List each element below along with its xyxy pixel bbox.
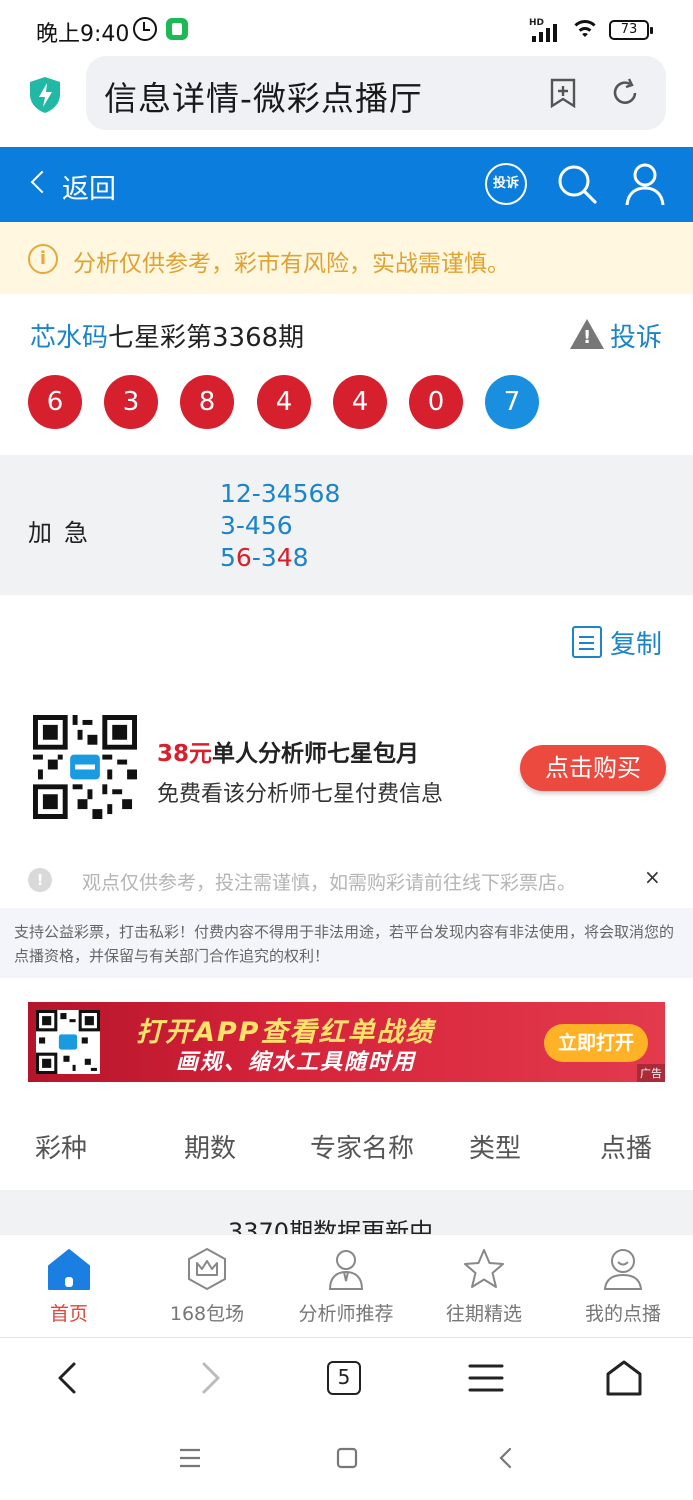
- table-status-row: 3370期数据更新中: [0, 1190, 693, 1234]
- browser-back-icon[interactable]: [48, 1358, 88, 1398]
- complaint-button[interactable]: 投诉: [485, 163, 527, 205]
- disclaimer-bar: ! 观点仅供参考，投注需谨慎，如需购彩请前往线下彩票店。 ×: [0, 855, 693, 905]
- nav-label: 168包场: [169, 1303, 245, 1325]
- nav-item-analyst[interactable]: 分析师推荐: [277, 1235, 415, 1338]
- menu-icon[interactable]: [466, 1358, 506, 1398]
- number-ball: 6: [28, 375, 82, 429]
- back-button[interactable]: 返回: [62, 167, 116, 206]
- status-time: 晚上9:40: [36, 22, 130, 47]
- close-icon[interactable]: ×: [644, 865, 661, 889]
- nav-label: 我的点播: [584, 1303, 661, 1325]
- back-arrow-icon[interactable]: [30, 170, 54, 194]
- number-ball: 8: [180, 375, 234, 429]
- promo-subtitle: 免费看该分析师七星付费信息: [157, 782, 444, 807]
- recent-apps-icon[interactable]: [178, 1447, 202, 1469]
- status-bar: 晚上9:40 HD 73: [0, 0, 693, 60]
- system-home-icon[interactable]: [335, 1446, 359, 1470]
- browser-home-icon[interactable]: [604, 1358, 644, 1398]
- app-download-banner[interactable]: 打开APP查看红单战绩 画规、缩水工具随时用 立即打开 广告: [28, 1002, 665, 1082]
- buy-button[interactable]: 点击购买: [520, 745, 666, 791]
- number-ball: 4: [333, 375, 387, 429]
- alarm-icon: [133, 17, 157, 41]
- copy-icon: [572, 626, 602, 658]
- nav-item-history[interactable]: 往期精选: [415, 1235, 553, 1338]
- col-header-play: 点播: [600, 1134, 653, 1164]
- url-field[interactable]: 信息详情-微彩点播厅: [86, 56, 666, 130]
- system-nav-bar: [0, 1417, 693, 1500]
- source-name-link[interactable]: 芯水码: [30, 323, 108, 353]
- nav-label: 首页: [49, 1303, 88, 1325]
- bottom-nav: 首页 168包场 分析师推荐 往期精选 我的点播: [0, 1234, 693, 1337]
- analyst-icon: [328, 1250, 364, 1290]
- crown-icon: [188, 1247, 226, 1291]
- nav-item-168[interactable]: 168包场: [138, 1235, 276, 1338]
- promo-title: 38元单人分析师七星包月: [157, 741, 420, 767]
- promo-price: 38元: [157, 741, 213, 767]
- info-icon: i: [28, 244, 58, 274]
- disclaimer-text: 观点仅供参考，投注需谨慎，如需购彩请前往线下彩票店。: [82, 872, 577, 894]
- banner-qr-code: [36, 1010, 100, 1074]
- add-bookmark-icon[interactable]: [548, 78, 578, 108]
- nav-item-home[interactable]: 首页: [0, 1235, 138, 1338]
- browser-forward-icon[interactable]: [190, 1358, 230, 1398]
- system-back-icon[interactable]: [494, 1446, 518, 1470]
- analysis-line: 3-456: [220, 511, 293, 540]
- notice-text: 分析仅供参考，彩市有风险，实战需谨慎。: [73, 251, 510, 277]
- issue-title: 芯水码七星彩第3368期: [30, 317, 304, 354]
- analysis-line: 12-34568: [220, 479, 341, 508]
- complaint-label[interactable]: 投诉: [610, 317, 662, 354]
- app-notification-icon: [166, 18, 188, 40]
- copy-label: 复制: [610, 630, 663, 660]
- tabs-button[interactable]: 5: [327, 1361, 361, 1395]
- analysis-line: 56-348: [220, 543, 309, 572]
- analysis-panel: 加急 12-34568 3-456 56-348: [0, 455, 693, 595]
- battery-icon: 73: [609, 20, 653, 40]
- signal-icon: [532, 22, 562, 42]
- risk-notice: i 分析仅供参考，彩市有风险，实战需谨慎。: [0, 222, 693, 294]
- qr-code-image: [33, 715, 137, 819]
- analysis-label: 加急: [28, 519, 100, 547]
- warning-icon: !: [570, 319, 604, 349]
- col-header-issue: 期数: [184, 1134, 237, 1164]
- security-shield-icon[interactable]: [28, 76, 62, 114]
- special-number-ball: 7: [485, 375, 539, 429]
- number-ball: 4: [257, 375, 311, 429]
- search-icon[interactable]: [556, 163, 598, 205]
- page-title: 信息详情-微彩点播厅: [104, 79, 423, 118]
- nav-label: 往期精选: [445, 1303, 522, 1325]
- number-ball: 3: [104, 375, 158, 429]
- refresh-icon[interactable]: [610, 78, 640, 108]
- star-icon: [464, 1249, 504, 1288]
- banner-subline: 画规、缩水工具随时用: [176, 1050, 417, 1075]
- col-header-type: 类型: [469, 1134, 522, 1164]
- col-header-expert: 专家名称: [310, 1134, 415, 1164]
- issue-name: 七星彩第3368期: [108, 323, 305, 353]
- open-app-button[interactable]: 立即打开: [544, 1024, 648, 1062]
- home-icon: [48, 1249, 90, 1290]
- user-icon: [603, 1249, 643, 1290]
- user-icon[interactable]: [624, 161, 666, 207]
- status-row-text: 3370期数据更新中: [228, 1218, 434, 1234]
- legal-notice: 支持公益彩票，打击私彩！付费内容不得用于非法用途，若平台发现内容有非法使用，将会…: [0, 908, 693, 978]
- number-ball: 0: [409, 375, 463, 429]
- page-header: 返回 投诉: [0, 147, 693, 222]
- nav-label: 分析师推荐: [298, 1303, 394, 1325]
- browser-address-bar: 信息详情-微彩点播厅: [0, 56, 693, 144]
- nav-item-mine[interactable]: 我的点播: [554, 1235, 692, 1338]
- col-header-lottery: 彩种: [35, 1134, 88, 1164]
- alert-icon: !: [28, 868, 52, 892]
- browser-toolbar: 5: [0, 1337, 693, 1417]
- wifi-icon: [570, 20, 600, 40]
- ad-tag: 广告: [637, 1064, 665, 1082]
